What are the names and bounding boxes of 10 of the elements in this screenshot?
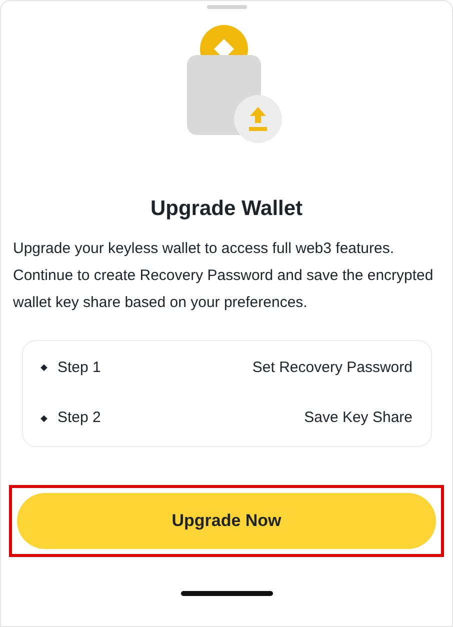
step-action: Save Key Share: [304, 408, 412, 428]
step-action: Set Recovery Password: [252, 358, 412, 378]
bullet: ◆: [40, 361, 48, 374]
step-label: Step 2: [58, 408, 101, 428]
upgrade-now-button[interactable]: Upgrade Now: [17, 492, 436, 548]
drag-handle[interactable]: [206, 5, 246, 9]
bullet: ◆: [40, 412, 48, 424]
step-label: Step 1: [58, 358, 101, 378]
dialog-title: Upgrade Wallet: [150, 196, 303, 222]
description-text: Upgrade your keyless wallet to access full web3 features. Continue to create Recovery Password and save the encrypted wallet key share based on your preferences.: [12, 238, 434, 312]
